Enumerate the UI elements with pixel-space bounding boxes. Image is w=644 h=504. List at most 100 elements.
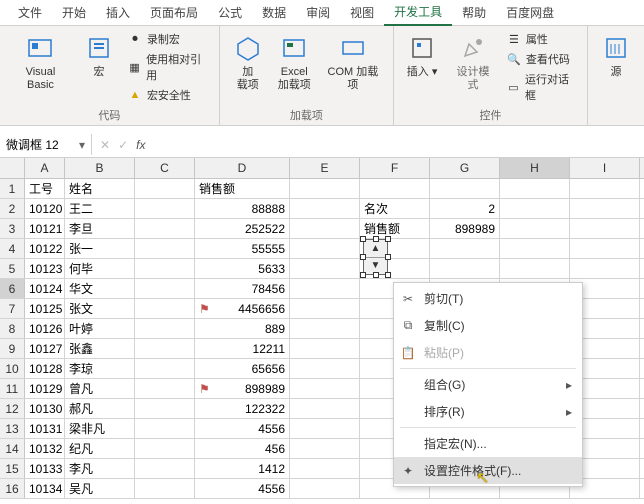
spin-up-icon[interactable]: ▲ (364, 240, 387, 258)
tab-页面布局[interactable]: 页面布局 (140, 0, 208, 25)
cell-C4[interactable] (135, 239, 195, 258)
menu-group[interactable]: 组合(G)▸ (394, 371, 582, 398)
fx-icon[interactable]: fx (136, 138, 145, 152)
cell-D7[interactable]: ⚑4456656 (195, 299, 290, 318)
cell-B13[interactable]: 梁非凡 (65, 419, 135, 438)
row-header-5[interactable]: 5 (0, 259, 25, 278)
cell-G1[interactable] (430, 179, 500, 198)
cell-H5[interactable] (500, 259, 570, 278)
handle-w[interactable] (360, 254, 366, 260)
handle-ne[interactable] (385, 236, 391, 242)
cell-I1[interactable] (570, 179, 640, 198)
cell-A15[interactable]: 10133 (25, 459, 65, 478)
view-code-button[interactable]: 🔍查看代码 (504, 50, 579, 68)
cell-B6[interactable]: 华文 (65, 279, 135, 298)
cell-B11[interactable]: 曾凡 (65, 379, 135, 398)
relative-ref-button[interactable]: ▦使用相对引用 (125, 50, 211, 84)
properties-button[interactable]: ☰属性 (504, 30, 579, 48)
cell-G4[interactable] (430, 239, 500, 258)
record-macro-button[interactable]: ⏺录制宏 (125, 30, 211, 48)
source-button[interactable]: 源 (596, 30, 636, 81)
cell-A11[interactable]: 10129 (25, 379, 65, 398)
cell-A10[interactable]: 10128 (25, 359, 65, 378)
cell-E13[interactable] (290, 419, 360, 438)
cell-B2[interactable]: 王二 (65, 199, 135, 218)
menu-assign-macro[interactable]: 指定宏(N)... (394, 430, 582, 457)
row-header-11[interactable]: 11 (0, 379, 25, 398)
tab-插入[interactable]: 插入 (96, 0, 140, 25)
row-header-7[interactable]: 7 (0, 299, 25, 318)
cell-A13[interactable]: 10131 (25, 419, 65, 438)
cell-I2[interactable] (570, 199, 640, 218)
cell-H1[interactable] (500, 179, 570, 198)
row-header-9[interactable]: 9 (0, 339, 25, 358)
cell-I5[interactable] (570, 259, 640, 278)
cell-E11[interactable] (290, 379, 360, 398)
handle-s[interactable] (373, 272, 379, 278)
cell-G5[interactable] (430, 259, 500, 278)
cell-B16[interactable]: 吴凡 (65, 479, 135, 498)
select-all-corner[interactable] (0, 158, 25, 178)
cell-E9[interactable] (290, 339, 360, 358)
tab-开发工具[interactable]: 开发工具 (384, 0, 452, 26)
cell-C10[interactable] (135, 359, 195, 378)
cell-B14[interactable]: 纪凡 (65, 439, 135, 458)
cell-A12[interactable]: 10130 (25, 399, 65, 418)
cell-E1[interactable] (290, 179, 360, 198)
cell-E5[interactable] (290, 259, 360, 278)
cell-B4[interactable]: 张一 (65, 239, 135, 258)
cell-C2[interactable] (135, 199, 195, 218)
cell-B12[interactable]: 郝凡 (65, 399, 135, 418)
handle-n[interactable] (373, 236, 379, 242)
cell-A7[interactable]: 10125 (25, 299, 65, 318)
menu-cut[interactable]: ✂剪切(T) (394, 285, 582, 312)
row-header-12[interactable]: 12 (0, 399, 25, 418)
cell-A3[interactable]: 10121 (25, 219, 65, 238)
col-header-E[interactable]: E (290, 158, 360, 178)
row-header-4[interactable]: 4 (0, 239, 25, 258)
cell-C11[interactable] (135, 379, 195, 398)
cell-B10[interactable]: 李琼 (65, 359, 135, 378)
cell-A1[interactable]: 工号 (25, 179, 65, 198)
handle-nw[interactable] (360, 236, 366, 242)
row-header-6[interactable]: 6 (0, 279, 25, 298)
tab-百度网盘[interactable]: 百度网盘 (496, 0, 564, 25)
row-header-13[interactable]: 13 (0, 419, 25, 438)
tab-审阅[interactable]: 审阅 (296, 0, 340, 25)
cell-H2[interactable] (500, 199, 570, 218)
cancel-icon[interactable]: ✕ (100, 138, 110, 152)
col-header-C[interactable]: C (135, 158, 195, 178)
cell-C1[interactable] (135, 179, 195, 198)
run-dialog-button[interactable]: ▭运行对话框 (504, 70, 579, 104)
cell-D6[interactable]: 78456 (195, 279, 290, 298)
cell-A9[interactable]: 10127 (25, 339, 65, 358)
row-header-3[interactable]: 3 (0, 219, 25, 238)
cell-D8[interactable]: 889 (195, 319, 290, 338)
cell-B7[interactable]: 张文 (65, 299, 135, 318)
cell-F1[interactable] (360, 179, 430, 198)
handle-e[interactable] (385, 254, 391, 260)
tab-帮助[interactable]: 帮助 (452, 0, 496, 25)
cell-D4[interactable]: 55555 (195, 239, 290, 258)
cell-E4[interactable] (290, 239, 360, 258)
cell-B15[interactable]: 李凡 (65, 459, 135, 478)
cell-A2[interactable]: 10120 (25, 199, 65, 218)
com-addins-button[interactable]: COM 加载项 (321, 30, 385, 94)
col-header-B[interactable]: B (65, 158, 135, 178)
cell-C8[interactable] (135, 319, 195, 338)
cell-E14[interactable] (290, 439, 360, 458)
cell-C16[interactable] (135, 479, 195, 498)
row-header-1[interactable]: 1 (0, 179, 25, 198)
cell-G2[interactable]: 2 (430, 199, 500, 218)
menu-copy[interactable]: ⧉复制(C) (394, 312, 582, 339)
cell-B5[interactable]: 何毕 (65, 259, 135, 278)
menu-format-control[interactable]: ✦设置控件格式(F)... (394, 457, 582, 484)
cell-E12[interactable] (290, 399, 360, 418)
macros-button[interactable]: 宏 (79, 30, 119, 81)
insert-control-button[interactable]: 插入 ▾ (402, 30, 442, 81)
tab-公式[interactable]: 公式 (208, 0, 252, 25)
col-header-A[interactable]: A (25, 158, 65, 178)
cell-E10[interactable] (290, 359, 360, 378)
tab-视图[interactable]: 视图 (340, 0, 384, 25)
cell-D10[interactable]: 65656 (195, 359, 290, 378)
